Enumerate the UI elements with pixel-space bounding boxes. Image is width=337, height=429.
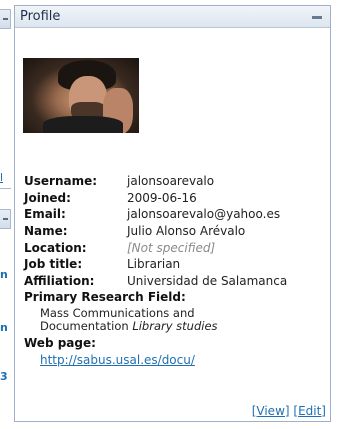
field-row-job-title: Job title: Librarian bbox=[24, 256, 324, 273]
left-clipped-column: l n n 3 bbox=[0, 0, 14, 429]
location-value: [Not specified] bbox=[127, 240, 216, 255]
field-label: Username: bbox=[24, 174, 98, 189]
field-row-email: Email: jalonsoarevalo@yahoo.es bbox=[24, 206, 324, 223]
email-value: jalonsoarevalo@yahoo.es bbox=[127, 207, 281, 222]
field-row-location: Location: [Not specified] bbox=[24, 239, 324, 256]
research-line-2: Documentation Library studies bbox=[40, 318, 324, 333]
left-text-fragment[interactable]: 3 bbox=[0, 370, 8, 383]
left-panel-header-2[interactable] bbox=[0, 209, 11, 229]
research-line-2-text: Documentation bbox=[40, 318, 133, 333]
affiliation-value: Universidad de Salamanca bbox=[127, 273, 288, 288]
field-row-joined: Joined: 2009-06-16 bbox=[24, 190, 324, 207]
web-page-label: Web page: bbox=[24, 336, 96, 351]
name-value: Julio Alonso Arévalo bbox=[127, 224, 246, 239]
research-subfield: Library studies bbox=[132, 318, 218, 333]
web-page-link[interactable]: http://sabus.usal.es/docu/ bbox=[24, 351, 324, 368]
panel-title: Profile bbox=[20, 9, 61, 24]
research-field-value: Mass Communications and Documentation Li… bbox=[24, 306, 324, 333]
left-text-fragment[interactable]: n bbox=[0, 321, 8, 334]
profile-fields: Username: jalonsoarevalo Joined: 2009-06… bbox=[24, 173, 324, 368]
field-label: Location: bbox=[24, 240, 87, 255]
collapse-icon bbox=[3, 18, 8, 20]
field-row-username: Username: jalonsoarevalo bbox=[24, 173, 324, 190]
username-value: jalonsoarevalo bbox=[127, 174, 215, 189]
profile-panel: Profile Username: jalonsoarevalo Joined:… bbox=[14, 5, 331, 422]
field-label: Job title: bbox=[24, 257, 83, 272]
field-label: Name: bbox=[24, 224, 68, 239]
job-title-value: Librarian bbox=[127, 257, 181, 272]
field-label: Affiliation: bbox=[24, 273, 95, 288]
profile-actions: [View] [Edit] bbox=[252, 404, 326, 418]
avatar bbox=[23, 58, 139, 133]
joined-value: 2009-06-16 bbox=[127, 190, 197, 205]
minimize-icon bbox=[312, 16, 322, 19]
view-link[interactable]: [View] bbox=[252, 404, 290, 418]
collapse-button[interactable] bbox=[310, 11, 324, 23]
collapse-icon bbox=[3, 218, 8, 220]
field-label: Joined: bbox=[24, 190, 71, 205]
research-field-label: Primary Research Field: bbox=[24, 290, 186, 305]
edit-link[interactable]: [Edit] bbox=[293, 404, 326, 418]
left-link-fragment[interactable]: l bbox=[0, 171, 3, 184]
left-panel-header[interactable] bbox=[0, 9, 11, 29]
field-label: Email: bbox=[24, 207, 66, 222]
field-row-name: Name: Julio Alonso Arévalo bbox=[24, 223, 324, 240]
left-divider bbox=[0, 188, 11, 189]
left-text-fragment[interactable]: n bbox=[0, 268, 8, 281]
field-row-affiliation: Affiliation: Universidad de Salamanca bbox=[24, 273, 324, 290]
profile-panel-header: Profile bbox=[15, 6, 330, 28]
